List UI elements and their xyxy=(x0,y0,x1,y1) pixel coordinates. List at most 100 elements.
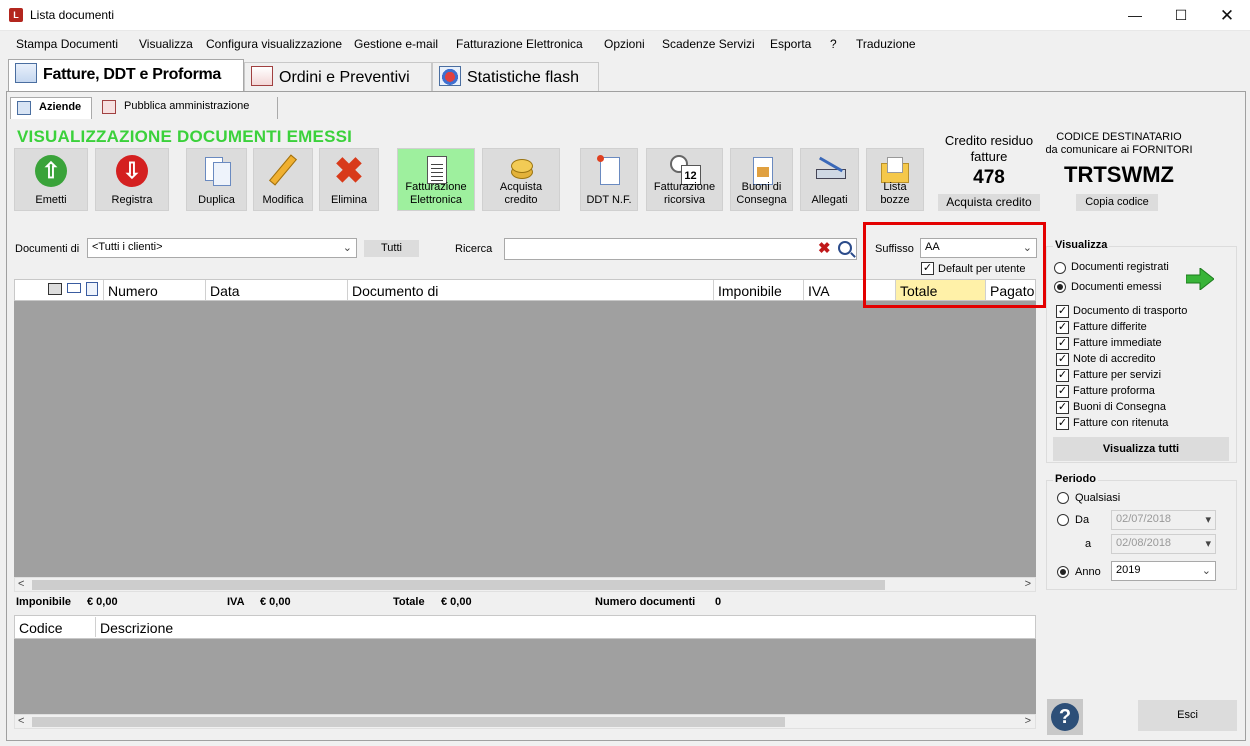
qualsiasi-radio[interactable] xyxy=(1057,492,1069,504)
minimize-icon[interactable]: — xyxy=(1112,0,1158,31)
details-grid-hscroll[interactable]: < > xyxy=(14,714,1036,729)
help-icon: ? xyxy=(1051,703,1079,731)
column-numero[interactable]: Numero xyxy=(103,280,205,300)
column-documento-di[interactable]: Documento di xyxy=(347,280,713,300)
documenti-emessi-radio[interactable] xyxy=(1054,281,1066,293)
tab-statistiche-flash[interactable]: Statistiche flash xyxy=(432,62,599,91)
menu-configura-visualizzazione[interactable]: Configura visualizzazione xyxy=(206,37,342,51)
visualizza-title: Visualizza xyxy=(1053,239,1110,251)
maximize-icon[interactable]: ☐ xyxy=(1158,0,1204,31)
buoni-consegna-checkbox[interactable]: ✓ xyxy=(1056,401,1069,414)
scroll-left-icon[interactable]: < xyxy=(18,578,24,590)
button-label: DDT N.F. xyxy=(586,194,632,206)
buoni-consegna-button[interactable]: Buoni di Consegna xyxy=(730,148,793,211)
help-button[interactable]: ? xyxy=(1047,699,1083,735)
scroll-left-icon[interactable]: < xyxy=(18,715,24,727)
anno-select[interactable]: 2019 ⌄ xyxy=(1111,561,1216,581)
acquista-credito-button[interactable]: Acquista credito xyxy=(482,148,560,211)
numero-documenti-value: 0 xyxy=(715,596,722,608)
fatture-differite-checkbox[interactable]: ✓ xyxy=(1056,321,1069,334)
scroll-thumb[interactable] xyxy=(32,580,885,590)
mail-icon[interactable] xyxy=(67,283,81,293)
fatture-immediate-checkbox[interactable]: ✓ xyxy=(1056,337,1069,350)
menu-visualizza[interactable]: Visualizza xyxy=(139,37,193,51)
date-value: 02/08/2018 xyxy=(1116,537,1172,549)
button-label-line2: bozze xyxy=(880,194,910,206)
totale-label: Totale xyxy=(393,596,425,608)
a-date-picker[interactable]: 02/08/2018 ▾ xyxy=(1111,534,1216,554)
tab-fatture-ddt-proforma[interactable]: Fatture, DDT e Proforma xyxy=(8,59,244,92)
duplica-button[interactable]: Duplica xyxy=(186,148,247,211)
modifica-button[interactable]: Modifica xyxy=(253,148,313,211)
tutti-button[interactable]: Tutti xyxy=(364,240,419,257)
allegati-button[interactable]: Allegati xyxy=(800,148,859,211)
acquista-credito-link[interactable]: Acquista credito xyxy=(938,194,1040,211)
fatture-ritenuta-checkbox[interactable]: ✓ xyxy=(1056,417,1069,430)
printer-icon[interactable] xyxy=(48,283,62,295)
numero-documenti-label: Numero documenti xyxy=(595,596,696,608)
scroll-right-icon[interactable]: > xyxy=(1025,578,1031,590)
duplicate-icon xyxy=(201,155,233,187)
column-imponibile[interactable]: Imponibile xyxy=(713,280,803,300)
elimina-button[interactable]: ✖ Elimina xyxy=(319,148,379,211)
menu-traduzione[interactable]: Traduzione xyxy=(856,37,916,51)
registra-button[interactable]: ⇩ Registra xyxy=(95,148,169,211)
codice-destinatario-label: CODICE DESTINATARIO da comunicare ai FOR… xyxy=(1044,131,1194,157)
lista-bozze-button[interactable]: Lista bozze xyxy=(866,148,924,211)
scroll-thumb[interactable] xyxy=(32,717,785,727)
fatturazione-elettronica-button[interactable]: Fatturazione Elettronica xyxy=(397,148,475,211)
documents-grid-hscroll[interactable]: < > xyxy=(14,577,1036,592)
documenti-di-select[interactable]: <Tutti i clienti> ⌄ xyxy=(87,238,357,258)
menu-help[interactable]: ? xyxy=(830,37,837,51)
copia-codice-button[interactable]: Copia codice xyxy=(1076,194,1158,211)
da-date-picker[interactable]: 02/07/2018 ▾ xyxy=(1111,510,1216,530)
clear-search-icon[interactable]: ✖ xyxy=(818,241,831,256)
tab-ordini-preventivi[interactable]: Ordini e Preventivi xyxy=(244,62,432,91)
da-radio[interactable] xyxy=(1057,514,1069,526)
button-label: Emetti xyxy=(35,194,67,206)
menu-fatturazione-elettronica[interactable]: Fatturazione Elettronica xyxy=(456,37,583,51)
document-icon[interactable] xyxy=(86,282,98,296)
column-data[interactable]: Data xyxy=(205,280,347,300)
documents-grid-body[interactable] xyxy=(14,301,1036,577)
fatture-proforma-checkbox[interactable]: ✓ xyxy=(1056,385,1069,398)
note-accredito-checkbox[interactable]: ✓ xyxy=(1056,353,1069,366)
close-icon[interactable]: ✕ xyxy=(1204,0,1250,31)
menu-stampa-documenti[interactable]: Stampa Documenti xyxy=(16,37,118,51)
codice-line2: da comunicare ai FORNITORI xyxy=(1045,144,1193,156)
documenti-registrati-radio[interactable] xyxy=(1054,262,1066,274)
fatturazione-ricorsiva-button[interactable]: 12 Fatturazione ricorsiva xyxy=(646,148,723,211)
button-label: Allegati xyxy=(811,194,848,206)
button-label-line2: ricorsiva xyxy=(664,194,705,206)
details-grid-header: Codice Descrizione xyxy=(14,615,1036,639)
menu-opzioni[interactable]: Opzioni xyxy=(604,37,645,51)
iva-value: € 0,00 xyxy=(260,596,291,608)
anno-label: Anno xyxy=(1075,566,1101,578)
highlight-box xyxy=(863,222,1046,308)
search-icon[interactable] xyxy=(838,241,852,255)
details-grid-body[interactable] xyxy=(14,639,1036,714)
subtab-aziende[interactable]: Aziende xyxy=(10,97,92,119)
note-accredito-label: Note di accredito xyxy=(1073,353,1156,365)
ddt-nf-button[interactable]: DDT N.F. xyxy=(580,148,638,211)
emetti-button[interactable]: ⇧ Emetti xyxy=(14,148,88,211)
column-codice[interactable]: Codice xyxy=(15,617,95,637)
qualsiasi-label: Qualsiasi xyxy=(1075,492,1121,504)
fatture-servizi-checkbox[interactable]: ✓ xyxy=(1056,369,1069,382)
fatture-ritenuta-label: Fatture con ritenuta xyxy=(1073,417,1169,429)
menu-scadenze-servizi[interactable]: Scadenze Servizi xyxy=(662,37,755,51)
tab-label: Fatture, DDT e Proforma xyxy=(43,66,222,84)
menu-gestione-email[interactable]: Gestione e-mail xyxy=(354,37,438,51)
visualizza-tutti-button[interactable]: Visualizza tutti xyxy=(1053,437,1229,461)
button-label-line1: Acquista xyxy=(499,181,543,193)
subtab-pubblica-amministrazione[interactable]: Pubblica amministrazione xyxy=(96,97,278,119)
search-input[interactable] xyxy=(504,238,857,260)
anno-radio[interactable] xyxy=(1057,566,1069,578)
tab-label: Statistiche flash xyxy=(467,69,580,87)
column-descrizione[interactable]: Descrizione xyxy=(95,617,1030,637)
menu-esporta[interactable]: Esporta xyxy=(770,37,811,51)
documento-trasporto-checkbox[interactable]: ✓ xyxy=(1056,305,1069,318)
esci-button[interactable]: Esci xyxy=(1138,700,1237,731)
arrow-right-icon[interactable] xyxy=(1186,268,1214,290)
scroll-right-icon[interactable]: > xyxy=(1025,715,1031,727)
